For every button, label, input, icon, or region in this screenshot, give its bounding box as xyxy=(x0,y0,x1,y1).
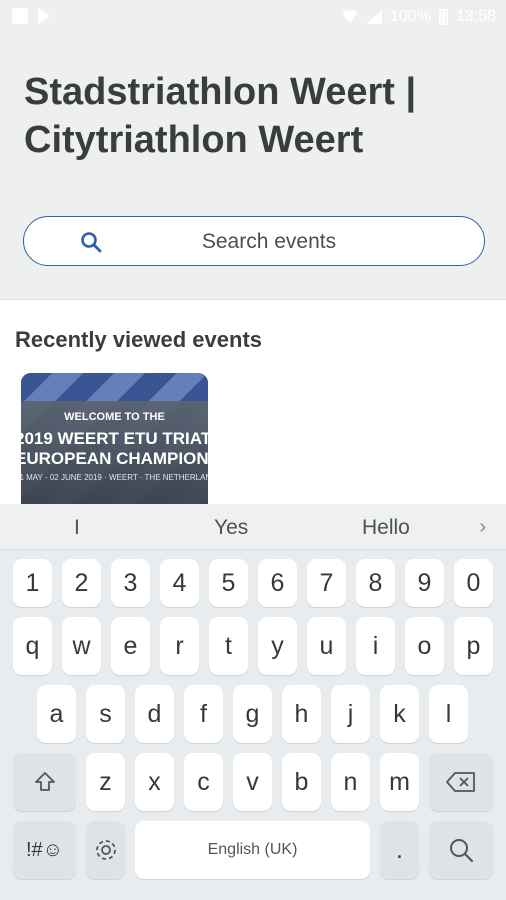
key-6[interactable]: 6 xyxy=(258,559,297,607)
event-card-subheading: EUROPEAN CHAMPIONSHIPS xyxy=(21,449,208,468)
search-icon xyxy=(450,839,474,863)
key-d[interactable]: d xyxy=(135,685,174,743)
key-k[interactable]: k xyxy=(380,685,419,743)
key-v[interactable]: v xyxy=(233,753,272,811)
settings-key[interactable] xyxy=(86,821,125,879)
key-r[interactable]: r xyxy=(160,617,199,675)
page-title: Stadstriathlon Weert | Citytriathlon Wee… xyxy=(24,71,417,161)
header: Stadstriathlon Weert | Citytriathlon Wee… xyxy=(0,34,506,300)
event-card[interactable]: WELCOME TO THE 2019 WEERT ETU TRIATHLON … xyxy=(21,373,208,504)
event-card-welcome: WELCOME TO THE xyxy=(64,411,165,423)
key-i[interactable]: i xyxy=(356,617,395,675)
battery-icon xyxy=(438,9,448,25)
key-c[interactable]: c xyxy=(184,753,223,811)
key-a[interactable]: a xyxy=(37,685,76,743)
key-e[interactable]: e xyxy=(111,617,150,675)
search-placeholder: Search events xyxy=(201,230,337,253)
key-u[interactable]: u xyxy=(307,617,346,675)
recent-events-title: Recently viewed events xyxy=(15,327,263,352)
search-key[interactable] xyxy=(429,821,493,879)
event-card-dates: 31 MAY - 02 JUNE 2019 · WEERT · THE NETH… xyxy=(21,473,208,482)
play-store-icon xyxy=(38,8,50,24)
chevron-right-icon[interactable]: › xyxy=(479,516,486,539)
space-key[interactable]: English (UK) xyxy=(135,821,370,879)
key-3[interactable]: 3 xyxy=(111,559,150,607)
key-o[interactable]: o xyxy=(405,617,444,675)
suggestion-3[interactable]: Hello xyxy=(362,516,410,540)
key-y[interactable]: y xyxy=(258,617,297,675)
notification-icon xyxy=(12,8,28,24)
event-card-heading: 2019 WEERT ETU TRIATHLON xyxy=(21,429,208,448)
clock: 13:58 xyxy=(455,8,496,25)
key-h[interactable]: h xyxy=(282,685,321,743)
key-z[interactable]: z xyxy=(86,753,125,811)
backspace-icon xyxy=(446,772,475,792)
key-g[interactable]: g xyxy=(233,685,272,743)
key-n[interactable]: n xyxy=(331,753,370,811)
keyboard: I Yes Hello › 1 2 3 4 5 6 7 8 9 0 q w e … xyxy=(0,504,506,900)
suggestion-bar: I Yes Hello › xyxy=(0,504,506,550)
period-key[interactable]: . xyxy=(380,821,419,879)
settings-icon xyxy=(95,840,116,860)
key-2[interactable]: 2 xyxy=(62,559,101,607)
key-w[interactable]: w xyxy=(62,617,101,675)
battery-percent: 100% xyxy=(390,8,431,25)
space-key-label: English (UK) xyxy=(207,841,298,858)
suggestion-2[interactable]: Yes xyxy=(214,516,248,540)
key-q[interactable]: q xyxy=(13,617,52,675)
symbols-key[interactable]: !#☺ xyxy=(13,821,76,879)
wifi-icon xyxy=(342,10,359,23)
key-t[interactable]: t xyxy=(209,617,248,675)
key-9[interactable]: 9 xyxy=(405,559,444,607)
shift-key[interactable] xyxy=(13,753,76,811)
key-4[interactable]: 4 xyxy=(160,559,199,607)
key-b[interactable]: b xyxy=(282,753,321,811)
key-j[interactable]: j xyxy=(331,685,370,743)
key-l[interactable]: l xyxy=(429,685,468,743)
key-f[interactable]: f xyxy=(184,685,223,743)
key-x[interactable]: x xyxy=(135,753,174,811)
suggestion-1[interactable]: I xyxy=(74,516,80,540)
search-input[interactable]: Search events xyxy=(23,216,485,266)
key-1[interactable]: 1 xyxy=(13,559,52,607)
status-bar: 100% 13:58 xyxy=(0,0,506,34)
key-8[interactable]: 8 xyxy=(356,559,395,607)
key-p[interactable]: p xyxy=(454,617,493,675)
backspace-key[interactable] xyxy=(429,753,493,811)
shift-icon xyxy=(34,772,55,791)
key-5[interactable]: 5 xyxy=(209,559,248,607)
signal-icon xyxy=(366,10,383,24)
key-7[interactable]: 7 xyxy=(307,559,346,607)
key-s[interactable]: s xyxy=(86,685,125,743)
key-0[interactable]: 0 xyxy=(454,559,493,607)
key-m[interactable]: m xyxy=(380,753,419,811)
